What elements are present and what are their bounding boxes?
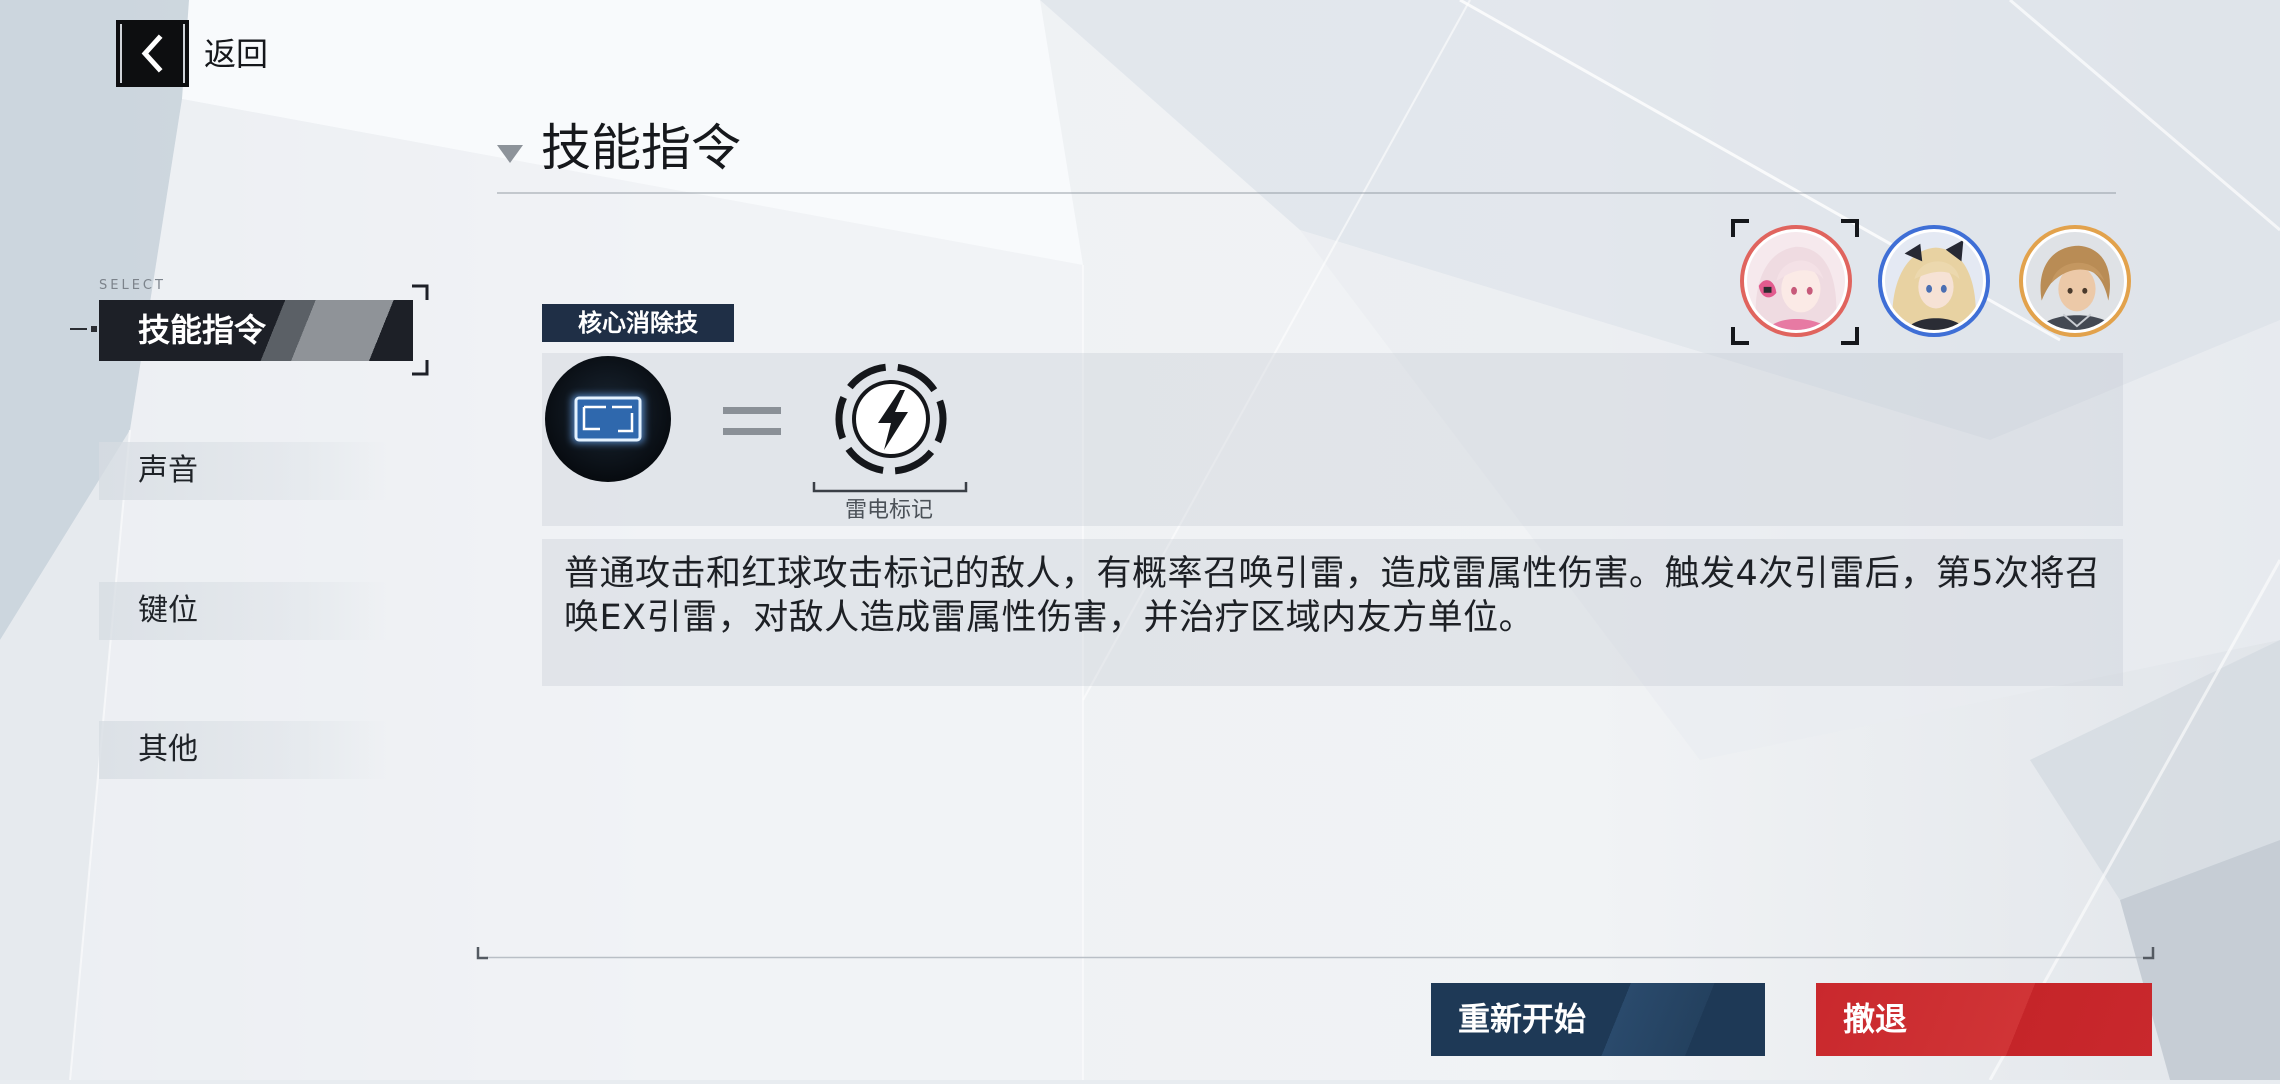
sidebar-item-other[interactable]: 其他 [99,721,389,779]
lightning-mark-icon [835,363,947,475]
sidebar-item-label: 声音 [138,453,198,488]
skill-description: 普通攻击和红球攻击标记的敌人，有概率召唤引雷，造成雷属性伤害。触发4次引雷后，第… [564,552,2101,640]
character-avatar-1[interactable] [1740,225,1852,337]
back-button[interactable]: 返回 [116,20,276,87]
character-portrait [2026,232,2124,330]
restart-button[interactable]: 重新开始 [1431,983,1765,1056]
core-elimination-icon [545,356,671,482]
back-label: 返回 [204,35,269,73]
selection-bracket-icon [412,284,429,376]
content-frame-bottom [476,947,2155,960]
skill-description-line: 普通攻击和红球攻击标记的敌人，有概率召唤引雷，造成雷属性伤害。触发4次引雷后，第… [564,554,2101,594]
selection-pointer-icon [70,328,87,330]
sidebar-item-label: 键位 [138,593,198,628]
select-caption: SELECT [99,278,166,293]
character-avatar-3[interactable] [2019,225,2131,337]
sidebar-item-label: 其他 [138,732,198,767]
selection-pointer-dot [91,326,97,332]
skill-formula-panel [542,353,2123,526]
character-portrait [1885,232,1983,330]
sidebar-item-sound[interactable]: 声音 [99,442,389,500]
character-portrait [1747,232,1845,330]
sidebar-item-keybinds[interactable]: 键位 [99,582,389,640]
equals-icon [723,428,781,435]
equals-icon [723,407,781,414]
lightning-mark-caption: 雷电标记 [844,498,933,523]
title-divider [497,192,2116,194]
sidebar-item-skill-commands[interactable]: 技能指令 [99,300,413,361]
skill-description-line: 唤EX引雷，对敌人造成雷属性伤害，并治疗区域内友方单位。 [564,598,1535,638]
sidebar-item-label: 技能指令 [138,311,267,349]
skill-type-tag: 核心消除技 [542,304,734,342]
chevron-left-icon [116,20,189,87]
character-avatar-2[interactable] [1878,225,1990,337]
caption-bracket-icon [812,482,968,493]
triangle-down-icon [497,145,523,163]
page-title: 技能指令 [541,119,741,177]
retreat-button[interactable]: 撤退 [1816,983,2152,1056]
